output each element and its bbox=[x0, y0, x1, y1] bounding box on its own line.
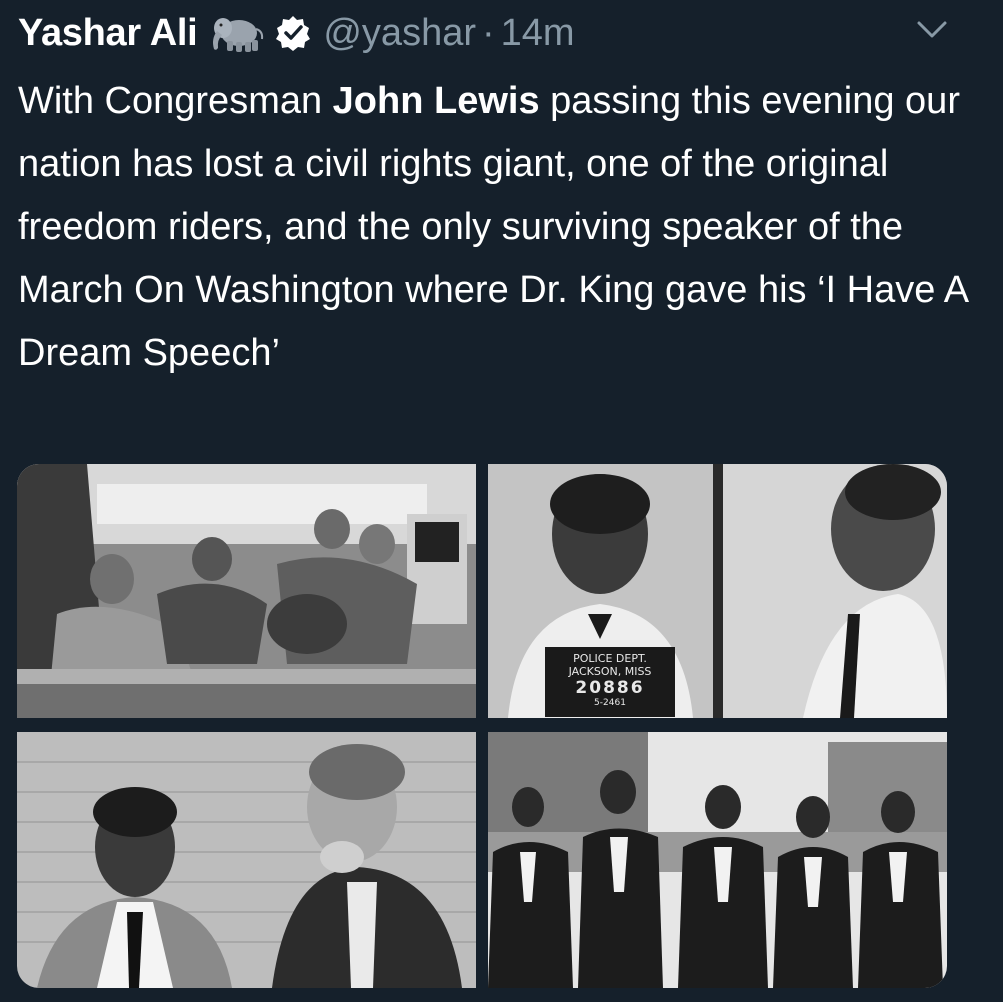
media-grid: POLICE DEPT. JACKSON, MISS 20886 5-2461 bbox=[17, 464, 947, 988]
tweet-text-bold-name: John Lewis bbox=[332, 80, 540, 122]
elephant-icon bbox=[209, 13, 267, 53]
tweet-text-part1: With Congresman bbox=[18, 80, 333, 122]
chevron-down-icon[interactable] bbox=[916, 18, 948, 42]
tweet-text: With Congresman John Lewis passing this … bbox=[18, 70, 978, 385]
placard-line2: JACKSON, MISS bbox=[568, 665, 652, 678]
police-placard: POLICE DEPT. JACKSON, MISS 20886 5-2461 bbox=[545, 647, 675, 717]
mugshot-photo[interactable]: POLICE DEPT. JACKSON, MISS 20886 5-2461 bbox=[488, 464, 947, 718]
march-photo[interactable] bbox=[488, 732, 947, 988]
tweet-text-part2: passing this evening our nation has lost… bbox=[18, 80, 968, 374]
tweet[interactable]: Yashar Ali @yashar · 14m With Congresman… bbox=[0, 0, 1003, 1002]
placard-line1: POLICE DEPT. bbox=[573, 652, 647, 665]
user-handle[interactable]: @yashar bbox=[323, 12, 476, 55]
lunch-counter-sit-in-photo[interactable] bbox=[17, 464, 476, 718]
separator-dot: · bbox=[482, 11, 495, 54]
display-name[interactable]: Yashar Ali bbox=[18, 12, 198, 55]
placard-sub: 5-2461 bbox=[594, 698, 626, 708]
placard-number: 20886 bbox=[575, 678, 645, 698]
freedom-riders-photo[interactable] bbox=[17, 732, 476, 988]
verified-badge-icon bbox=[275, 15, 311, 51]
tweet-header: Yashar Ali @yashar · 14m bbox=[18, 8, 575, 58]
timestamp[interactable]: 14m bbox=[501, 12, 575, 55]
